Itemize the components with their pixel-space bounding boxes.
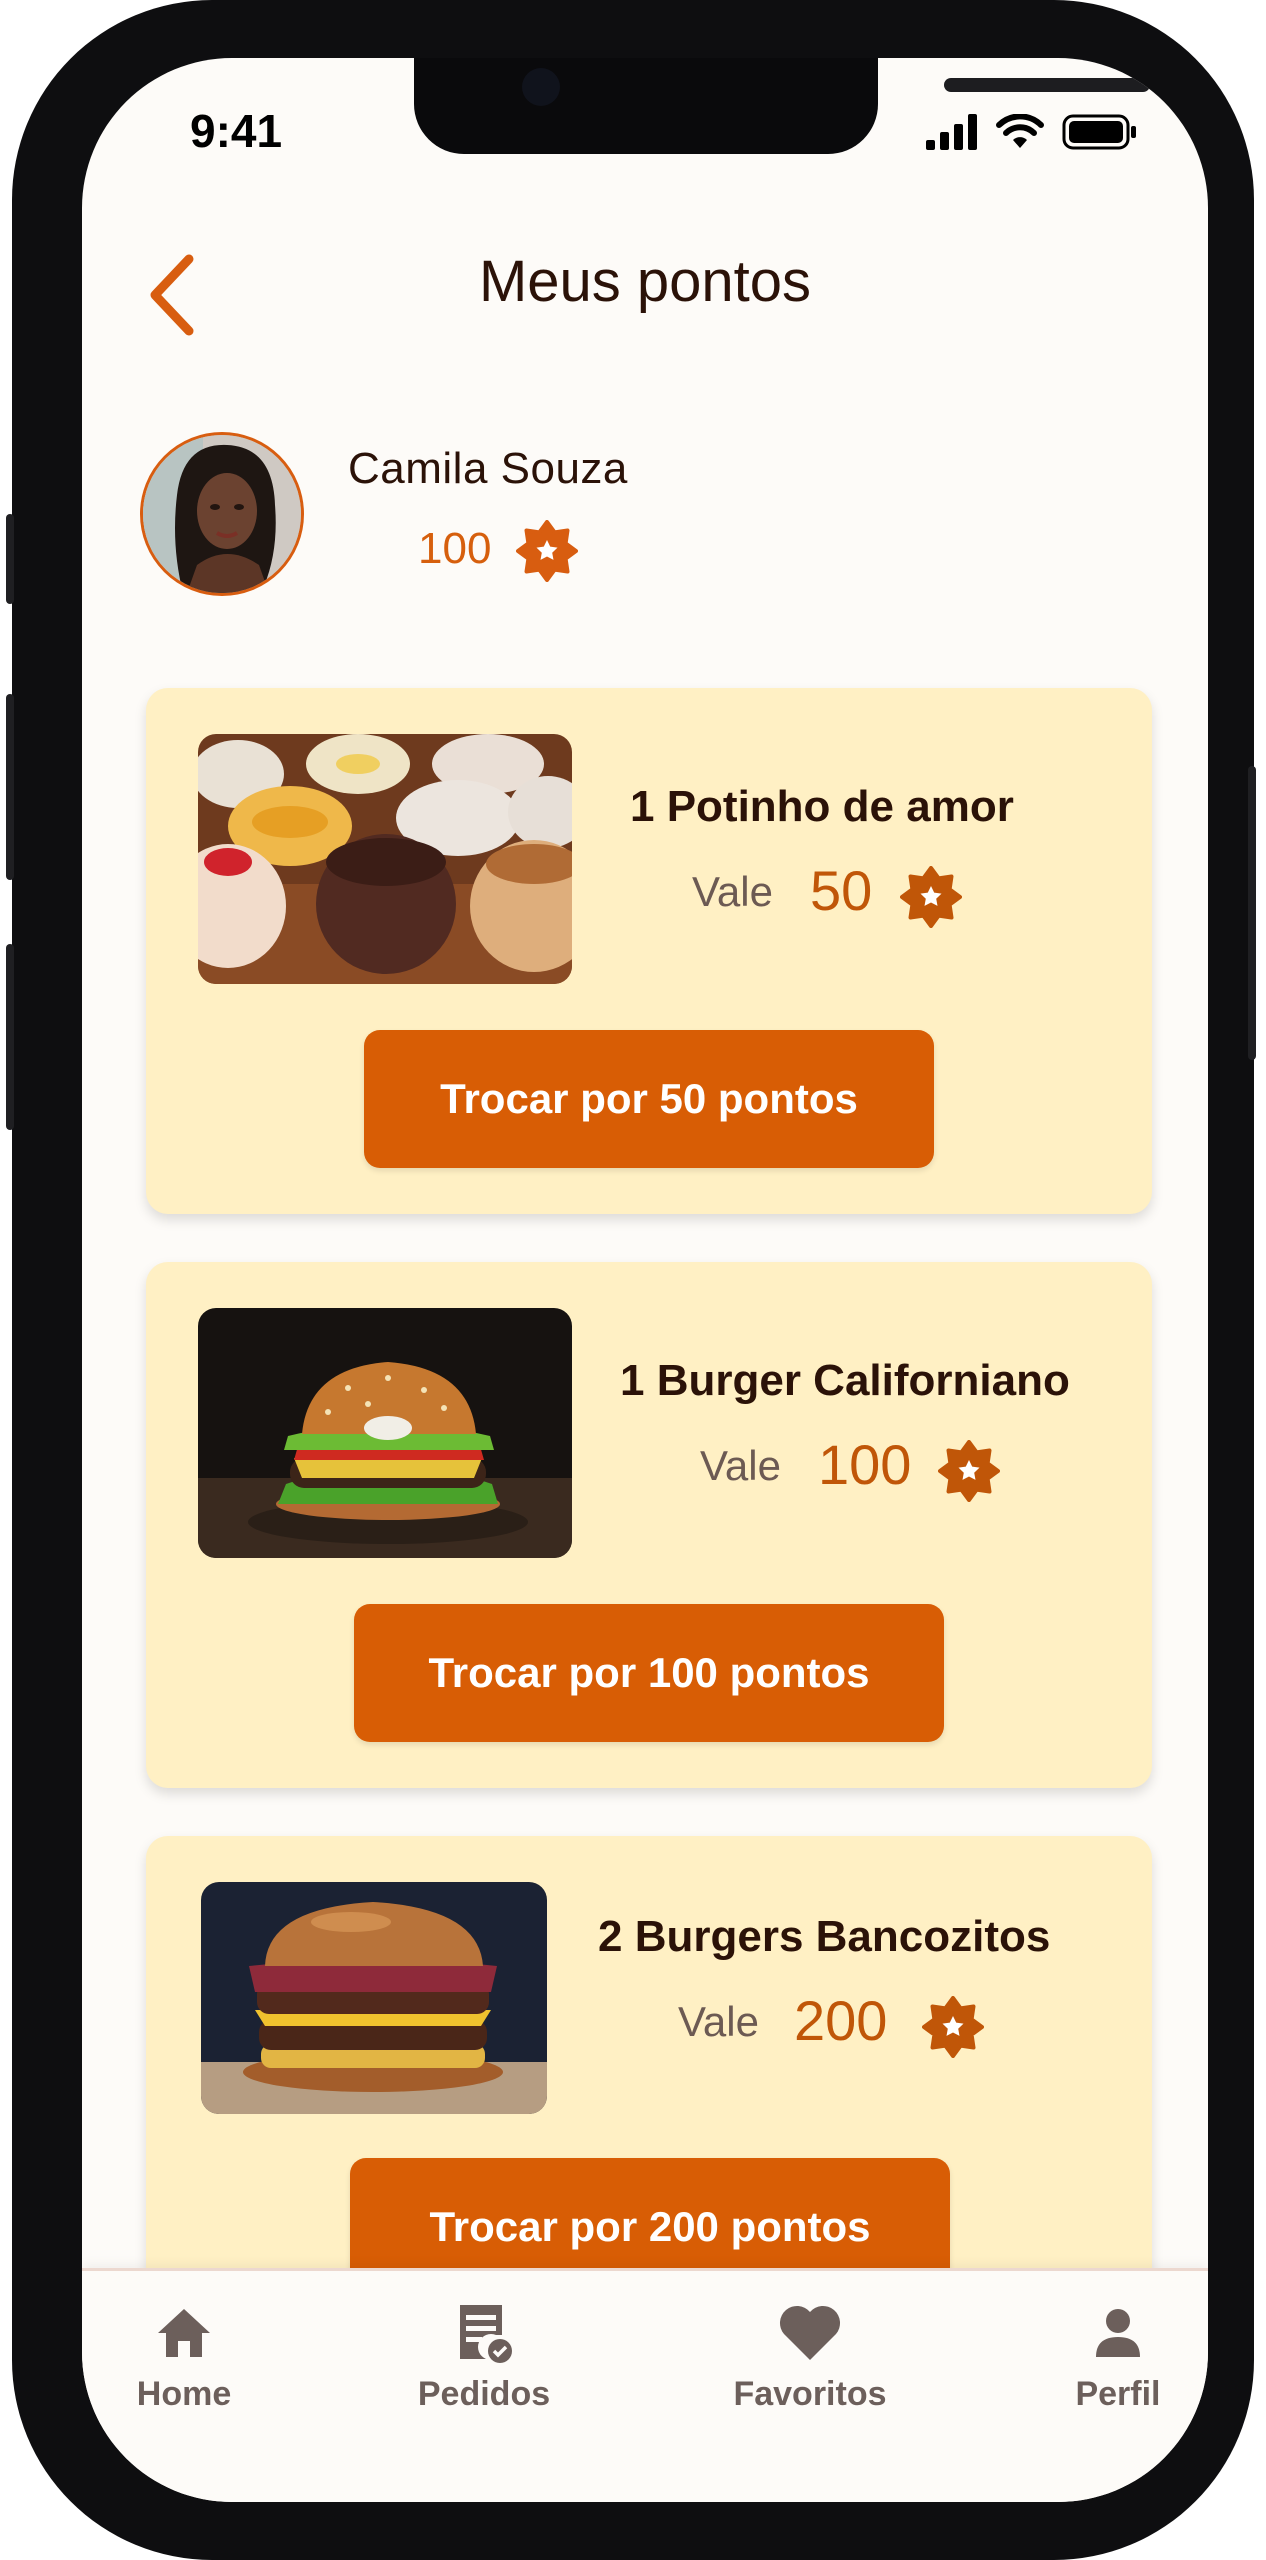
tab-label: Home — [136, 2375, 232, 2413]
star-badge-icon — [938, 1440, 1000, 1502]
tab-label: Favoritos — [733, 2375, 887, 2413]
reward-image — [198, 1308, 572, 1558]
wifi-icon — [996, 114, 1044, 148]
tab-home[interactable]: Home — [84, 2301, 284, 2414]
redeem-button[interactable]: Trocar por 50 pontos — [364, 1030, 934, 1168]
reward-image — [201, 1882, 547, 2114]
speaker — [944, 78, 1150, 92]
reward-points-value: 200 — [794, 1989, 888, 2052]
avatar — [140, 432, 304, 596]
camera — [522, 68, 560, 106]
points-balance: 100 — [418, 524, 492, 573]
side-button — [6, 694, 14, 880]
receipt-icon — [460, 2305, 512, 2363]
heart-icon — [779, 2305, 841, 2360]
reward-vale-label: Vale — [692, 868, 773, 915]
reward-image — [198, 734, 572, 984]
side-button — [1248, 766, 1256, 1060]
tab-pedidos[interactable]: Pedidos — [384, 2301, 584, 2414]
reward-points-value: 100 — [818, 1433, 912, 1496]
tab-label: Pedidos — [417, 2375, 551, 2413]
signal-icon — [926, 114, 977, 150]
tab-label: Perfil — [1075, 2375, 1161, 2413]
avatar-photo — [143, 435, 301, 593]
phone-frame: 9:41 Meus pontos Camila Souza 100 1 Poti… — [6, 0, 1256, 2560]
status-time: 9:41 — [190, 105, 283, 157]
reward-title: 1 Potinho de amor — [630, 782, 1014, 831]
reward-points-value: 50 — [810, 859, 873, 922]
user-name: Camila Souza — [348, 444, 628, 493]
side-button — [6, 514, 14, 604]
tab-favoritos[interactable]: Favoritos — [710, 2301, 910, 2414]
reward-vale-label: Vale — [678, 1998, 759, 2045]
reward-title: 1 Burger Californiano — [620, 1356, 1070, 1405]
app-screen: 9:41 Meus pontos Camila Souza 100 1 Poti… — [82, 58, 1208, 2502]
home-icon — [158, 2309, 210, 2357]
status-icons — [926, 114, 1138, 150]
redeem-button[interactable]: Trocar por 100 pontos — [354, 1604, 944, 1742]
page-title: Meus pontos — [478, 249, 812, 314]
person-icon — [1096, 2309, 1140, 2357]
notch — [414, 58, 1150, 154]
reward-title: 2 Burgers Bancozitos — [598, 1912, 1051, 1961]
star-badge-icon — [900, 866, 962, 928]
reward-card: 1 Potinho de amor Vale 50 Trocar por 50 … — [146, 688, 1152, 1214]
star-badge-icon — [516, 520, 578, 582]
star-badge-icon — [922, 1996, 984, 2058]
tab-perfil[interactable]: Perfil — [1018, 2301, 1208, 2414]
side-button — [6, 944, 14, 1130]
tab-bar: Home Pedidos Favoritos Perfil — [82, 2268, 1208, 2502]
reward-card: 1 Burger Californiano Vale 100 Trocar po… — [146, 1262, 1152, 1788]
battery-icon — [1062, 114, 1136, 150]
reward-vale-label: Vale — [700, 1442, 781, 1489]
